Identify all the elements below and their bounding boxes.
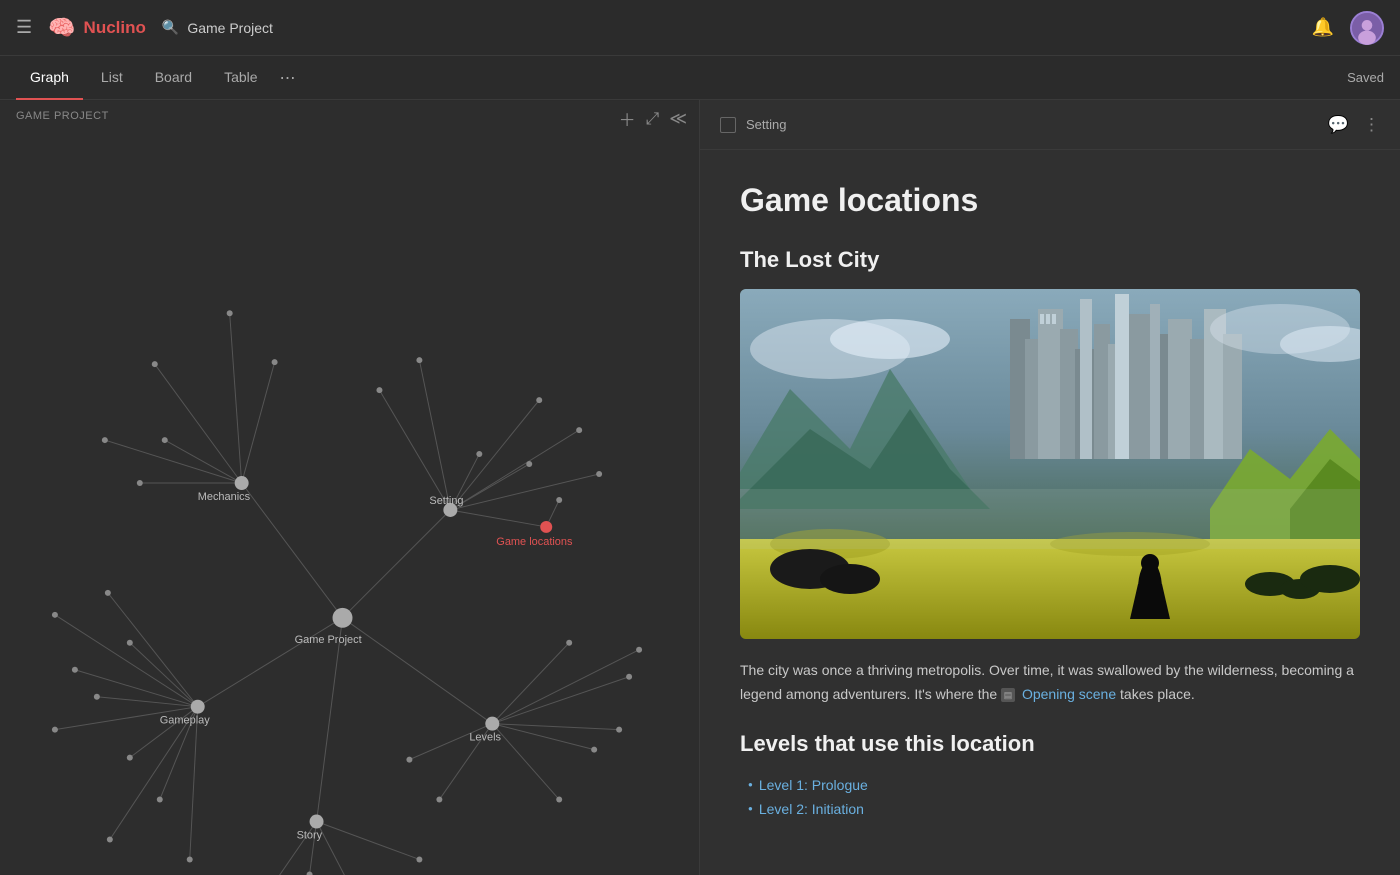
tab-board[interactable]: Board: [141, 56, 206, 100]
tab-table[interactable]: Table: [210, 56, 271, 100]
tab-bar: Graph List Board Table ⋯ Saved: [0, 56, 1400, 100]
doc-section2-title: Levels that use this location: [740, 731, 1360, 757]
levels-section: Levels that use this location ● Level 1:…: [740, 731, 1360, 821]
tab-more-icon[interactable]: ⋯: [280, 68, 296, 88]
graph-panel[interactable]: GAME PROJECT ＋ ⤢ ≪: [0, 100, 700, 875]
doc-body-text: The city was once a thriving metropolis.…: [740, 659, 1360, 707]
doc-image: [740, 289, 1360, 639]
doc-breadcrumb: Setting: [746, 117, 786, 132]
label-setting: Setting: [429, 495, 463, 507]
nav-right: 🔔: [1312, 11, 1384, 45]
doc-main-title: Game locations: [740, 182, 1360, 219]
top-nav: ☰ 🧠 Nuclino 🔍 Game Project 🔔: [0, 0, 1400, 56]
search-value: Game Project: [187, 20, 273, 36]
user-avatar[interactable]: [1350, 11, 1384, 45]
label-levels: Levels: [469, 732, 501, 744]
level2-link[interactable]: Level 2: Initiation: [759, 801, 864, 817]
graph-controls: ＋ ⤢ ≪: [619, 106, 687, 131]
search-icon: 🔍: [162, 19, 179, 36]
tab-list[interactable]: List: [87, 56, 137, 100]
tab-graph[interactable]: Graph: [16, 56, 83, 100]
doc-checkbox[interactable]: [720, 117, 736, 133]
node-story: [310, 815, 324, 829]
logo-text: Nuclino: [84, 18, 146, 38]
doc-content: Game locations The Lost City: [700, 150, 1400, 875]
notifications-icon[interactable]: 🔔: [1312, 17, 1334, 38]
logo-icon: 🧠: [48, 15, 75, 41]
bullet-icon: ●: [748, 780, 753, 789]
hamburger-icon[interactable]: ☰: [16, 17, 32, 38]
main-content: GAME PROJECT ＋ ⤢ ≪: [0, 100, 1400, 875]
node-levels: [485, 717, 499, 731]
label-mechanics: Mechanics: [198, 491, 251, 503]
bullet-icon: ●: [748, 804, 753, 813]
label-story: Story: [297, 829, 323, 841]
node-mechanics: [235, 476, 249, 490]
level-item-1: ● Level 1: Prologue: [748, 773, 1360, 797]
more-options-icon[interactable]: ⋮: [1363, 115, 1380, 135]
node-gameplay: [191, 700, 205, 714]
graph-svg: Game Project Mechanics Setting Game loca…: [0, 100, 699, 875]
label-gameplay: Gameplay: [160, 715, 211, 727]
doc-section1-title: The Lost City: [740, 247, 1360, 273]
workspace-label: GAME PROJECT: [16, 110, 109, 122]
level1-link[interactable]: Level 1: Prologue: [759, 777, 868, 793]
doc-panel: Setting 💬 ⋮ Game locations The Lost City: [700, 100, 1400, 875]
comment-icon[interactable]: 💬: [1328, 115, 1349, 135]
add-node-icon[interactable]: ＋: [619, 106, 636, 131]
expand-icon[interactable]: ⤢: [646, 109, 660, 129]
label-game-locations: Game locations: [496, 536, 573, 548]
levels-list: ● Level 1: Prologue ● Level 2: Initiatio…: [740, 773, 1360, 821]
doc-header: Setting 💬 ⋮: [700, 100, 1400, 150]
label-game-project: Game Project: [295, 634, 362, 646]
opening-scene-link[interactable]: Opening scene: [1022, 686, 1116, 702]
saved-label: Saved: [1347, 70, 1384, 85]
search-bar[interactable]: 🔍 Game Project: [162, 19, 273, 36]
collapse-icon[interactable]: ≪: [669, 109, 687, 129]
doc-header-actions: 💬 ⋮: [1328, 115, 1380, 135]
level-item-2: ● Level 2: Initiation: [748, 797, 1360, 821]
node-game-locations: [540, 521, 552, 533]
node-game-project: [333, 608, 353, 628]
doc-inline-icon: ▤: [1001, 688, 1015, 702]
logo[interactable]: 🧠 Nuclino: [48, 15, 146, 41]
